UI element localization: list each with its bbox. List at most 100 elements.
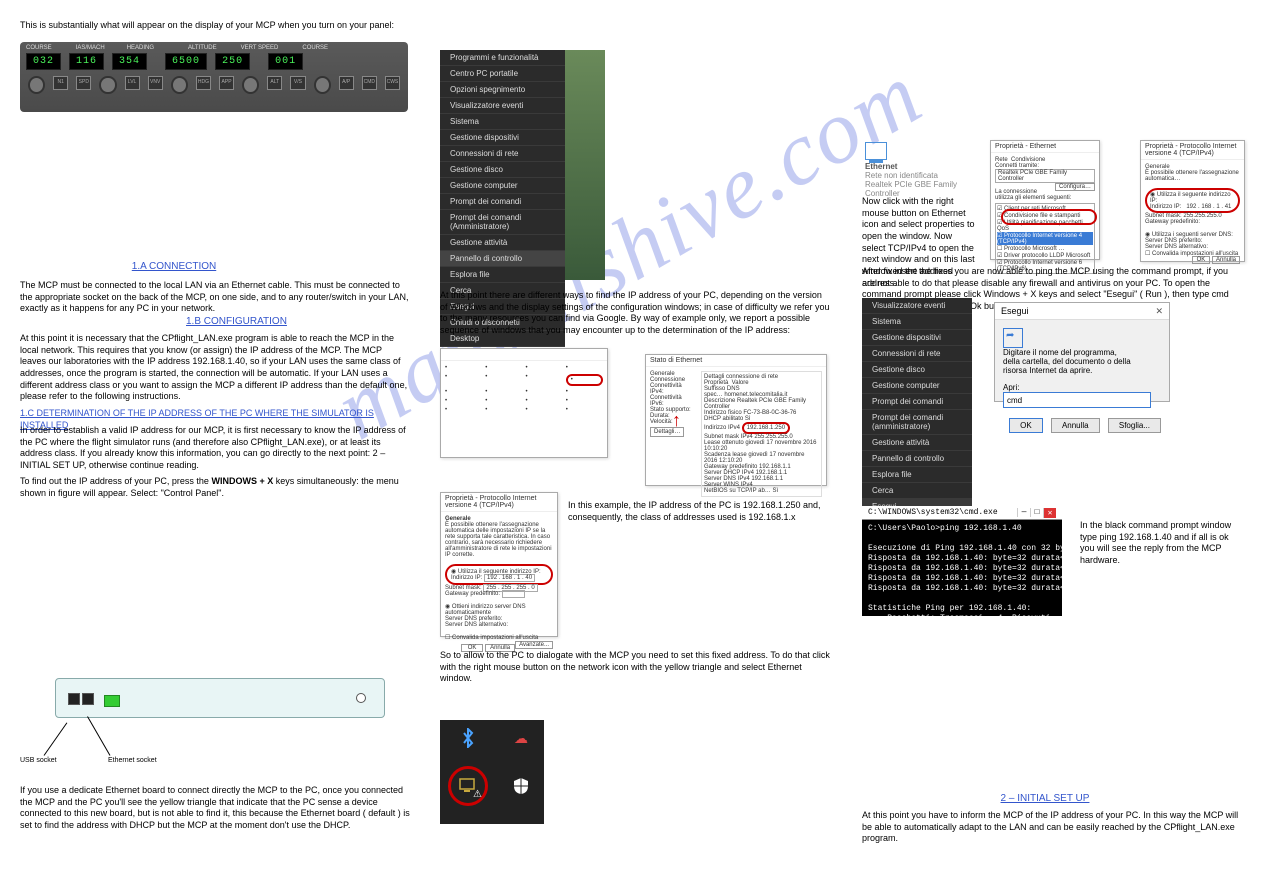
leader-line xyxy=(87,716,110,755)
run-open-label: Apri: xyxy=(1003,383,1019,392)
backpanel-figure xyxy=(55,678,385,718)
run-icon xyxy=(1003,328,1023,348)
intro-text: This is substantially what will appear o… xyxy=(20,20,410,32)
ip-example-note: In this example, the IP address of the P… xyxy=(568,500,830,523)
ethernet-status-figure: Stato di Ethernet GeneraleConnessioneCon… xyxy=(645,354,827,486)
ethernet-properties-figure: Proprietà - Ethernet Rete Condivisione C… xyxy=(990,140,1100,260)
ctx-item[interactable]: Esplora file xyxy=(440,267,565,283)
section-1c-body2: To find out the IP address of your PC, p… xyxy=(20,476,410,499)
mcp-button: SPD xyxy=(76,76,91,90)
cloud-sync-icon: ☁ xyxy=(511,728,531,748)
section-1b-title: 1.B CONFIGURATION xyxy=(186,316,287,327)
ctx-item[interactable]: Cerca xyxy=(862,483,972,499)
advanced-button[interactable]: Avanzate... xyxy=(515,641,553,649)
ctx-item[interactable]: Centro PC portatile xyxy=(440,66,565,82)
section-2-body: At this point you have to inform the MCP… xyxy=(862,810,1242,845)
mcp-label: ALTITUDE xyxy=(188,45,217,51)
ctx-item[interactable]: Prompt dei comandi xyxy=(862,394,972,410)
ethernet-port xyxy=(104,695,120,707)
ctx-item[interactable]: Programmi e funzionalità xyxy=(440,50,565,66)
red-arrow-icon: ↑ xyxy=(672,410,681,431)
ctx-item-selected[interactable]: Pannello di controllo xyxy=(440,251,565,267)
mcp-button: N1 xyxy=(53,76,68,90)
mcp-button: CWS xyxy=(385,76,400,90)
mcp-display-vs: 250 xyxy=(215,53,250,70)
ctx-item[interactable]: Gestione disco xyxy=(440,162,565,178)
mcp-button: A/P xyxy=(339,76,354,90)
leader-line xyxy=(44,722,68,755)
mcp-display-course1: 032 xyxy=(26,53,61,70)
ctx-item[interactable]: Opzioni spegnimento xyxy=(440,82,565,98)
cmd-title: C:\WINDOWS\system32\cmd.exe xyxy=(868,508,998,517)
ctx-item[interactable]: Gestione computer xyxy=(440,178,565,194)
mcp-button: VNV xyxy=(148,76,163,90)
mcp-knob xyxy=(242,76,259,94)
context-menu2-figure: Visualizzatore eventi Sistema Gestione d… xyxy=(862,298,972,488)
tray-note: If you use a dedicate Ethernet board to … xyxy=(20,785,410,832)
mcp-label: COURSE xyxy=(302,45,328,51)
mcp-label: HEADING xyxy=(127,45,154,51)
mcp-button: HDG xyxy=(196,76,211,90)
ctx-item[interactable]: Gestione attività xyxy=(862,435,972,451)
cmd-output: C:\Users\Paolo>ping 192.168.1.40 Esecuzi… xyxy=(862,520,1062,678)
port xyxy=(82,693,94,705)
browse-button[interactable]: Sfoglia... xyxy=(1108,418,1161,433)
mcp-knob xyxy=(99,76,116,94)
mcp-knob xyxy=(314,76,331,94)
section-1a-body: The MCP must be connected to the local L… xyxy=(20,280,410,315)
ctx-item[interactable]: Prompt dei comandi (amministratore) xyxy=(862,410,972,435)
ctx-item[interactable]: Gestione dispositivi xyxy=(440,130,565,146)
cancel-button[interactable]: Annulla xyxy=(1051,418,1100,433)
mcp-display-hdg: 354 xyxy=(112,53,147,70)
ctx-item[interactable]: Prompt dei comandi (Amministratore) xyxy=(440,210,565,235)
run-dialog: Esegui ✕ Digitare il nome del programma,… xyxy=(994,302,1170,402)
ctx-item[interactable]: Sistema xyxy=(440,114,565,130)
maximize-icon[interactable]: □ xyxy=(1030,508,1043,517)
after-cmd-note: In the black command prompt window type … xyxy=(1080,520,1245,567)
ctx-item[interactable]: Connessioni di rete xyxy=(440,146,565,162)
ok-button[interactable]: OK xyxy=(1009,418,1043,433)
ctx-item[interactable]: Connessioni di rete xyxy=(862,346,972,362)
watermark: manualshive.com xyxy=(318,43,939,461)
ethernet-label: Ethernet socket xyxy=(108,756,157,765)
port xyxy=(356,693,366,703)
tray-figure: ☁ ⚠ xyxy=(440,720,544,824)
mcp-label: COURSE xyxy=(26,45,52,51)
bluetooth-icon xyxy=(458,728,478,748)
run-description: Digitare il nome del programma, della ca… xyxy=(1003,348,1133,375)
ctx-item[interactable]: Prompt dei comandi xyxy=(440,194,565,210)
section-1a-title: 1.A CONNECTION xyxy=(132,261,216,272)
mcp-display-course2: 001 xyxy=(268,53,303,70)
ctx-item[interactable]: Sistema xyxy=(862,314,972,330)
cmd-window: C:\WINDOWS\system32\cmd.exe ✕ □ — C:\Use… xyxy=(862,506,1062,616)
run-input[interactable] xyxy=(1003,392,1151,408)
ipv4-properties-figure: Proprietà - Protocollo Internet versione… xyxy=(1140,140,1245,262)
ctx-item[interactable]: Pannello di controllo xyxy=(862,451,972,467)
minimize-icon[interactable]: — xyxy=(1017,508,1030,517)
after-tcpip-note: So to allow to the PC to dialogate with … xyxy=(440,650,830,685)
usb-label: USB socket xyxy=(20,756,57,765)
mcp-button: CMD xyxy=(362,76,377,90)
mcp-label: IAS/MACH xyxy=(76,45,105,51)
section-1c-body1: In order to establish a valid IP address… xyxy=(20,425,410,472)
ctx-item[interactable]: Visualizzatore eventi xyxy=(862,298,972,314)
mcp-button: APP xyxy=(219,76,234,90)
defender-icon xyxy=(511,776,531,796)
ctx-item[interactable]: Gestione disco xyxy=(862,362,972,378)
section-1b-body: At this point it is necessary that the C… xyxy=(20,333,410,403)
mcp-panel-figure: COURSE IAS/MACH HEADING ALTITUDE VERT SP… xyxy=(20,42,408,112)
close-icon[interactable]: ✕ xyxy=(1155,306,1163,317)
usb-port xyxy=(68,693,80,705)
network-warning-circle: ⚠ xyxy=(448,766,488,806)
context-menu-figure: Programmi e funzionalità Centro PC porta… xyxy=(440,50,605,280)
ctx-item[interactable]: Gestione computer xyxy=(862,378,972,394)
close-icon[interactable]: ✕ xyxy=(1043,508,1056,518)
section-2-title: 2 – INITIAL SET UP xyxy=(1001,793,1090,804)
mcp-button: V/S xyxy=(290,76,305,90)
mcp-knob xyxy=(171,76,188,94)
ctx-item[interactable]: Gestione dispositivi xyxy=(862,330,972,346)
ctx-item[interactable]: Visualizzatore eventi xyxy=(440,98,565,114)
network-warning-icon: ⚠ xyxy=(458,776,478,796)
ctx-item[interactable]: Gestione attività xyxy=(440,235,565,251)
ctx-item[interactable]: Esplora file xyxy=(862,467,972,483)
